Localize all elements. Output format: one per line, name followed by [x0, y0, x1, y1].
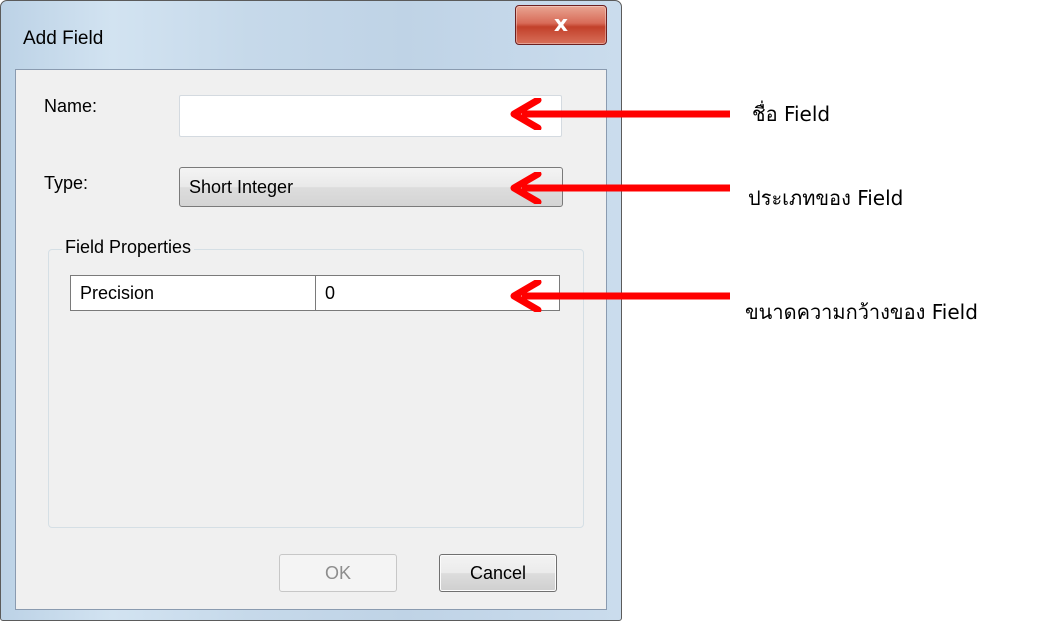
close-button[interactable]: x: [515, 5, 607, 45]
cancel-button[interactable]: Cancel: [439, 554, 557, 592]
dialog-body: Name: Type: Short Integer Field Properti…: [15, 69, 607, 610]
name-label: Name:: [44, 96, 98, 116]
title-bar[interactable]: Add Field x: [1, 1, 621, 69]
type-select[interactable]: Short Integer: [179, 167, 563, 207]
property-row: Precision 0: [70, 275, 560, 311]
property-name-cell: Precision: [71, 276, 316, 310]
type-select-value: Short Integer: [189, 177, 294, 197]
arrow-left-icon: [510, 280, 730, 312]
ok-button[interactable]: OK: [279, 554, 397, 592]
annotation-field-type: ประเภทของ Field: [748, 186, 904, 210]
type-label: Type:: [44, 173, 89, 193]
property-name: Precision: [80, 283, 155, 303]
arrow-left-icon: [510, 172, 730, 204]
name-input[interactable]: [179, 95, 562, 137]
annotation-field-width: ขนาดความกว้างของ Field: [745, 300, 978, 324]
dialog-title: Add Field: [23, 28, 104, 49]
annotation-field-name: ชื่อ Field: [752, 102, 831, 126]
close-icon: x: [553, 12, 569, 37]
field-properties-label: Field Properties: [62, 237, 195, 258]
arrow-left-icon: [510, 98, 730, 130]
property-value: 0: [325, 283, 336, 303]
